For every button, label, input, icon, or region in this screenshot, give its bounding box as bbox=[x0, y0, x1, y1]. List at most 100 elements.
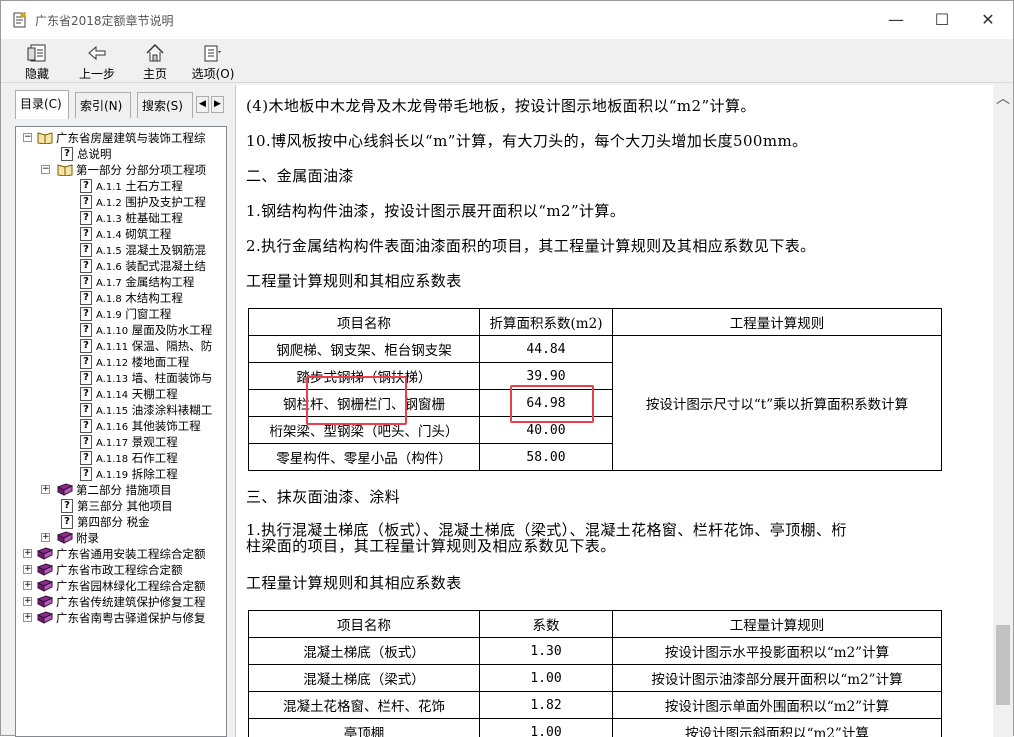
tree-node-a-item[interactable]: A.1.19 拆除工程 bbox=[96, 466, 178, 482]
expand-icon[interactable]: + bbox=[23, 613, 32, 622]
table-cell: 亭顶棚 bbox=[249, 719, 480, 737]
item-name: 石作工程 bbox=[132, 451, 178, 465]
table-header: 系数 bbox=[480, 611, 613, 638]
tree-node-a-item[interactable]: A.1.1 土石方工程 bbox=[96, 178, 183, 194]
expand-icon[interactable]: + bbox=[23, 581, 32, 590]
table-row: 钢爬梯、钢支架、柜台钢支架 44.84 按设计图示尺寸以“t”乘以折算面积系数计… bbox=[249, 336, 942, 363]
help-topic-icon: ? bbox=[61, 515, 73, 529]
hide-button[interactable]: 隐藏 bbox=[15, 39, 59, 83]
tree-node-a-item[interactable]: A.1.15 油漆涂料裱糊工 bbox=[96, 402, 212, 418]
window-title: 广东省2018定额章节说明 bbox=[35, 12, 174, 29]
tree-node-a-item[interactable]: A.1.7 金属结构工程 bbox=[96, 274, 194, 290]
item-name: 桩基础工程 bbox=[125, 211, 183, 225]
tree-node-book[interactable]: 广东省传统建筑保护修复工程 bbox=[56, 594, 206, 610]
item-name: 混凝土及钢筋混 bbox=[125, 243, 206, 257]
tree-node-a-item[interactable]: A.1.17 景观工程 bbox=[96, 434, 178, 450]
expand-icon[interactable]: + bbox=[23, 597, 32, 606]
home-label: 主页 bbox=[143, 67, 167, 81]
vertical-scrollbar[interactable]: ︿ bbox=[993, 85, 1013, 737]
tree-node-book[interactable]: 广东省园林绿化工程综合定额 bbox=[56, 578, 206, 594]
help-topic-icon: ? bbox=[80, 291, 92, 305]
tree-node-book[interactable]: 广东省南粤古驿道保护与修复 bbox=[56, 610, 206, 626]
coefficient-table-plaster: 项目名称 系数 工程量计算规则 混凝土梯底（板式） 1.30 按设计图示水平投影… bbox=[248, 610, 942, 737]
tree-node-a-item[interactable]: A.1.12 楼地面工程 bbox=[96, 354, 189, 370]
item-name: 金属结构工程 bbox=[125, 275, 194, 289]
tree-node-a-item[interactable]: A.1.5 混凝土及钢筋混 bbox=[96, 242, 206, 258]
item-code: A.1.13 bbox=[96, 374, 128, 385]
back-button[interactable]: 上一步 bbox=[75, 39, 119, 83]
tree-node-a-item[interactable]: A.1.16 其他装饰工程 bbox=[96, 418, 201, 434]
collapse-icon[interactable]: − bbox=[41, 165, 50, 174]
tree-node-a-item[interactable]: A.1.14 天棚工程 bbox=[96, 386, 178, 402]
item-code: A.1.11 bbox=[96, 342, 128, 353]
closed-book-icon bbox=[37, 579, 53, 592]
tab-contents[interactable]: 目录(C) bbox=[15, 90, 69, 119]
tree-node-a-item[interactable]: A.1.18 石作工程 bbox=[96, 450, 178, 466]
contents-tree: − 广东省房屋建筑与装饰工程综 ? 总说明 − 第一部分 分部分项工程项 ? A… bbox=[15, 126, 227, 737]
tree-node-book[interactable]: 广东省通用安装工程综合定额 bbox=[56, 546, 206, 562]
highlight-box-coefficient bbox=[510, 385, 594, 423]
closed-book-icon bbox=[37, 611, 53, 624]
tree-node-a-item[interactable]: A.1.9 门窗工程 bbox=[96, 306, 171, 322]
paragraph: (4)木地板中木龙骨及木龙骨带毛地板，按设计图示地板面积以“m2”计算。 bbox=[246, 96, 756, 116]
tab-scroll-left-arrow[interactable]: ◀ bbox=[196, 96, 209, 113]
tree-node-a-item[interactable]: A.1.11 保温、隔热、防 bbox=[96, 338, 212, 354]
home-button[interactable]: 主页 bbox=[135, 39, 175, 83]
tab-index[interactable]: 索引(N) bbox=[75, 92, 131, 118]
collapse-icon[interactable]: − bbox=[23, 133, 32, 142]
tree-node-part2[interactable]: 第二部分 措施项目 bbox=[76, 482, 172, 498]
item-name: 天棚工程 bbox=[132, 387, 178, 401]
tree-node-part1[interactable]: 第一部分 分部分项工程项 bbox=[76, 162, 206, 178]
table-caption: 工程量计算规则和其相应系数表 bbox=[246, 573, 462, 593]
paragraph: 1.钢结构构件油漆，按设计图示展开面积以“m2”计算。 bbox=[246, 201, 625, 221]
tree-node-appendix[interactable]: 附录 bbox=[76, 530, 99, 546]
table-cell: 44.84 bbox=[480, 336, 613, 363]
closed-book-icon bbox=[57, 483, 73, 496]
help-topic-icon: ? bbox=[80, 419, 92, 433]
maximize-button[interactable]: ☐ bbox=[919, 1, 965, 39]
options-button[interactable]: 选项(O) bbox=[189, 39, 237, 83]
item-name: 景观工程 bbox=[132, 435, 178, 449]
minimize-button[interactable]: — bbox=[873, 1, 919, 39]
item-code: A.1.9 bbox=[96, 310, 122, 321]
tree-node-a-item[interactable]: A.1.6 装配式混凝土结 bbox=[96, 258, 206, 274]
navigation-pane: 目录(C) 索引(N) 搜索(S) ◀ ▶ − 广东省房屋建筑与装饰工程综 ? … bbox=[15, 88, 227, 737]
tree-node-part3[interactable]: 第三部分 其他项目 bbox=[77, 498, 173, 514]
tree-node-a-item[interactable]: A.1.8 木结构工程 bbox=[96, 290, 183, 306]
tab-scroll-right-arrow[interactable]: ▶ bbox=[211, 96, 224, 113]
tab-search[interactable]: 搜索(S) bbox=[137, 92, 193, 118]
tree-node-part4[interactable]: 第四部分 税金 bbox=[77, 514, 150, 530]
scrollbar-thumb[interactable] bbox=[996, 625, 1010, 705]
item-code: A.1.12 bbox=[96, 358, 128, 369]
expand-icon[interactable]: + bbox=[23, 549, 32, 558]
tree-node-a-item[interactable]: A.1.3 桩基础工程 bbox=[96, 210, 183, 226]
expand-icon[interactable]: + bbox=[23, 565, 32, 574]
tree-node-a-item[interactable]: A.1.13 墙、柱面装饰与 bbox=[96, 370, 212, 386]
item-code: A.1.3 bbox=[96, 214, 122, 225]
table-header: 折算面积系数(m2) bbox=[480, 309, 613, 336]
help-topic-icon: ? bbox=[80, 179, 92, 193]
table-cell: 1.30 bbox=[480, 638, 613, 665]
tree-node-root[interactable]: 广东省房屋建筑与装饰工程综 bbox=[56, 130, 206, 146]
back-label: 上一步 bbox=[79, 67, 115, 81]
item-code: A.1.4 bbox=[96, 230, 122, 241]
pane-splitter[interactable] bbox=[227, 85, 235, 737]
close-button[interactable]: ✕ bbox=[965, 1, 1011, 39]
expand-icon[interactable]: + bbox=[41, 533, 50, 542]
tree-node-a-item[interactable]: A.1.4 砌筑工程 bbox=[96, 226, 171, 242]
tree-node-a-item[interactable]: A.1.10 屋面及防水工程 bbox=[96, 322, 212, 338]
item-name: 围护及支护工程 bbox=[125, 195, 206, 209]
tree-node-book[interactable]: 广东省市政工程综合定额 bbox=[56, 562, 183, 578]
item-name: 墙、柱面装饰与 bbox=[132, 371, 213, 385]
options-icon bbox=[201, 42, 225, 64]
scroll-up-arrow-icon[interactable]: ︿ bbox=[993, 89, 1013, 109]
tree-node-a-item[interactable]: A.1.2 围护及支护工程 bbox=[96, 194, 206, 210]
help-topic-icon: ? bbox=[80, 307, 92, 321]
help-topic-icon: ? bbox=[80, 259, 92, 273]
table-header-row: 项目名称 折算面积系数(m2) 工程量计算规则 bbox=[249, 309, 942, 336]
expand-icon[interactable]: + bbox=[41, 485, 50, 494]
help-topic-icon: ? bbox=[80, 435, 92, 449]
item-code: A.1.2 bbox=[96, 198, 122, 209]
item-name: 土石方工程 bbox=[125, 179, 183, 193]
tree-node-overview[interactable]: 总说明 bbox=[77, 146, 112, 162]
